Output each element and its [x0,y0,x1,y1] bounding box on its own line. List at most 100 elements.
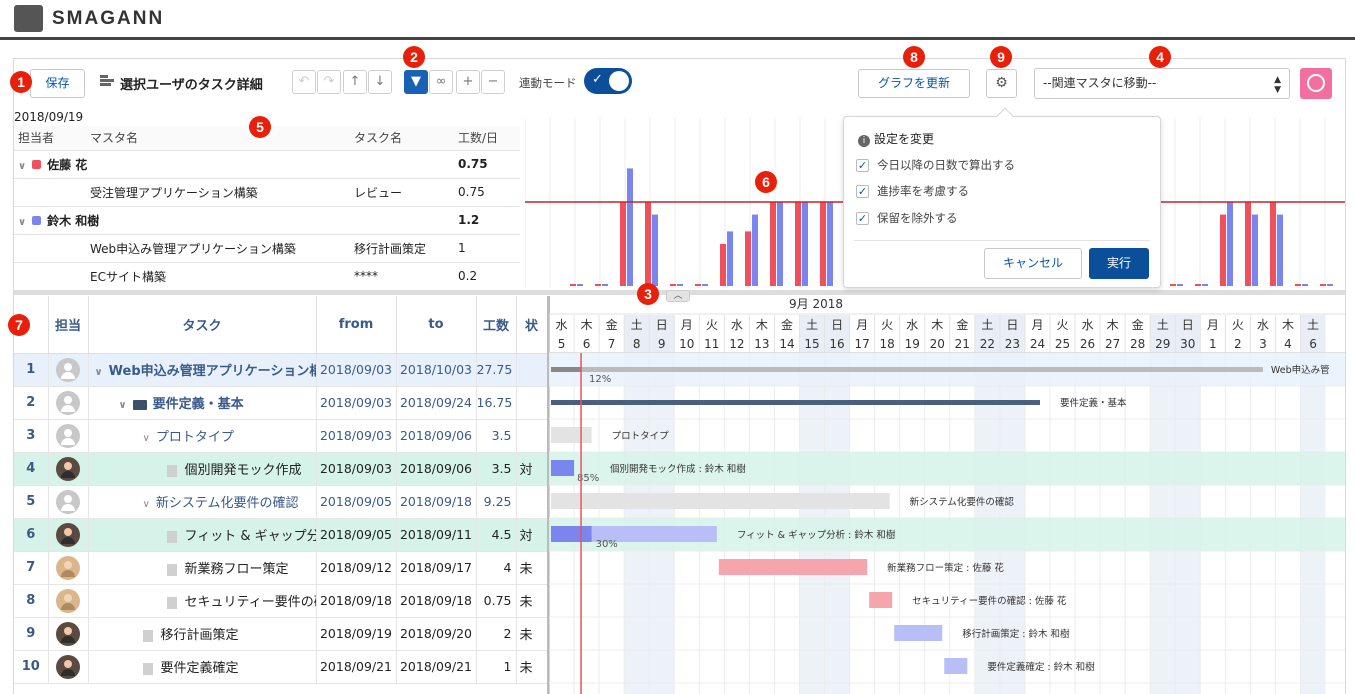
from-date[interactable]: 2018/09/03 [316,452,397,486]
task-bar[interactable] [894,625,943,641]
status[interactable] [516,419,548,453]
zoom-in-icon[interactable]: + [456,70,480,94]
glasses-icon[interactable]: ∞ [429,70,453,94]
work-hours[interactable]: 4 [476,551,517,585]
task-bar[interactable] [551,427,592,443]
from-date[interactable]: 2018/09/05 [316,518,397,552]
col-work[interactable]: 工数 [476,296,517,354]
chevron-down-icon[interactable]: ∨ [143,499,150,510]
task-bar[interactable] [551,493,890,509]
work-hours[interactable]: 2 [476,617,517,651]
link-mode-toggle[interactable]: ✓ [584,68,632,94]
chevron-down-icon[interactable]: ∨ [119,400,127,411]
checkbox-checked-icon[interactable]: ✓ [856,212,869,225]
status[interactable]: 未 [516,617,548,651]
status[interactable]: 未 [516,650,548,684]
move-down-icon[interactable]: ↓ [368,70,392,94]
task-name[interactable]: 個別開発モック作成 [185,463,302,478]
to-date[interactable]: 2018/10/03 [396,353,477,387]
table-row[interactable]: 8セキュリティー要件の確認2018/09/182018/09/180.75未 [14,584,548,618]
to-date[interactable]: 2018/09/17 [396,551,477,585]
task-name[interactable]: プロトタイプ [156,430,234,445]
work-hours[interactable]: 4.5 [476,518,517,552]
table-row[interactable]: 1 ∨ Web申込み管理アプリケーション構築 2018/09/03 2018/10/03… [14,353,548,387]
table-row[interactable]: 10 要件定義確定 2018/09/21 2018/09/21 1 未 [14,650,548,684]
work-hours[interactable]: 3.5 [476,452,517,486]
table-row[interactable]: 4 個別開発モック作成 2018/09/03 2018/09/06 3.5 対 [14,452,548,486]
table-row[interactable]: 9 移行計画策定 2018/09/19 2018/09/20 2 未 [14,617,548,651]
zoom-out-icon[interactable]: − [481,70,505,94]
option-days-from-today[interactable]: ✓ 今日以降の日数で算出する [856,157,1015,173]
task-name[interactable]: 要件定義確定 [161,661,239,676]
chevron-down-icon[interactable]: ∨ [143,433,150,444]
table-row[interactable]: 6 フィット & ギャップ分析2018/09/052018/09/114.5対 [14,518,548,552]
checkbox-checked-icon[interactable]: ✓ [856,185,869,198]
move-up-icon[interactable]: ↑ [343,70,367,94]
undo-icon[interactable]: ↶ [292,70,316,94]
table-row[interactable]: 2 ∨ 要件定義・基本 2018/09/03 2018/09/24 16.75 [14,386,548,420]
from-date[interactable]: 2018/09/12 [316,551,397,585]
chevron-down-icon[interactable]: ∨ [95,367,103,378]
option-consider-progress[interactable]: ✓ 進捗率を考慮する [856,183,969,199]
work-hours[interactable]: 3.5 [476,419,517,453]
from-date[interactable]: 2018/09/05 [316,485,397,519]
col-from[interactable]: from [316,296,397,354]
summary-group-row[interactable]: ∨ 佐藤 花 0.75 [14,150,520,179]
status[interactable] [516,485,548,519]
status[interactable] [516,353,548,387]
summary-group-row[interactable]: ∨ 鈴木 和樹 1.2 [14,206,520,235]
status[interactable]: 対 [516,452,548,486]
col-to[interactable]: to [396,296,477,354]
work-hours[interactable]: 9.25 [476,485,517,519]
task-bar[interactable] [869,592,893,608]
table-row[interactable]: 3 ∨ プロトタイプ 2018/09/03 2018/09/06 3.5 [14,419,548,453]
task-name[interactable]: 要件定義・基本 [153,397,244,412]
task-name[interactable]: フィット & ギャップ分析 [185,529,316,544]
task-name[interactable]: セキュリティー要件の確認 [185,595,316,610]
task-bar[interactable] [718,559,868,575]
settings-gear-icon[interactable]: ⚙ [986,69,1017,98]
chevron-down-icon[interactable]: ∨ [18,161,26,172]
checkbox-checked-icon[interactable]: ✓ [856,159,869,172]
col-assignee[interactable]: 担当 [48,296,89,354]
task-bar[interactable] [551,460,575,476]
run-button[interactable]: 実行 [1089,248,1149,279]
summary-bar[interactable] [551,367,1263,372]
work-hours[interactable]: 0.75 [476,584,517,618]
work-hours[interactable]: 16.75 [476,386,517,420]
table-row[interactable]: 7 新業務フロー策定 2018/09/12 2018/09/17 4 未 [14,551,548,585]
from-date[interactable]: 2018/09/03 [316,386,397,420]
status[interactable] [516,386,548,420]
from-date[interactable]: 2018/09/19 [316,617,397,651]
status[interactable]: 対 [516,518,548,552]
from-date[interactable]: 2018/09/03 [316,419,397,453]
save-button[interactable]: 保存 [30,69,85,98]
status[interactable]: 未 [516,584,548,618]
filter-icon[interactable]: ▼ [404,70,428,94]
to-date[interactable]: 2018/09/11 [396,518,477,552]
group-bar[interactable] [551,400,1040,405]
task-name[interactable]: 移行計画策定 [161,628,239,643]
to-date[interactable]: 2018/09/20 [396,617,477,651]
task-bar[interactable] [944,658,968,674]
option-exclude-hold[interactable]: ✓ 保留を除外する [856,210,958,226]
table-row[interactable]: 5 ∨ 新システム化要件の確認 2018/09/05 2018/09/18 9.25 [14,485,548,519]
related-master-select[interactable]: --関連マスタに移動-- ▲ ▼ [1034,68,1290,99]
from-date[interactable]: 2018/09/18 [316,584,397,618]
to-date[interactable]: 2018/09/06 [396,452,477,486]
chevron-down-icon[interactable]: ∨ [18,217,26,228]
col-task[interactable]: タスク [88,296,317,354]
status[interactable]: 未 [516,551,548,585]
task-name[interactable]: 新業務フロー策定 [185,562,289,577]
work-hours[interactable]: 1 [476,650,517,684]
task-name[interactable]: 新システム化要件の確認 [156,496,299,511]
to-date[interactable]: 2018/09/21 [396,650,477,684]
work-hours[interactable]: 27.75 [476,353,517,387]
collapse-up-icon[interactable]: ︿ [666,290,690,302]
col-status[interactable]: 状 [516,296,548,354]
clock-icon[interactable] [1300,68,1332,99]
cancel-button[interactable]: キャンセル [984,248,1082,279]
to-date[interactable]: 2018/09/24 [396,386,477,420]
task-name[interactable]: Web申込み管理アプリケーション構築 [109,364,315,379]
to-date[interactable]: 2018/09/18 [396,584,477,618]
